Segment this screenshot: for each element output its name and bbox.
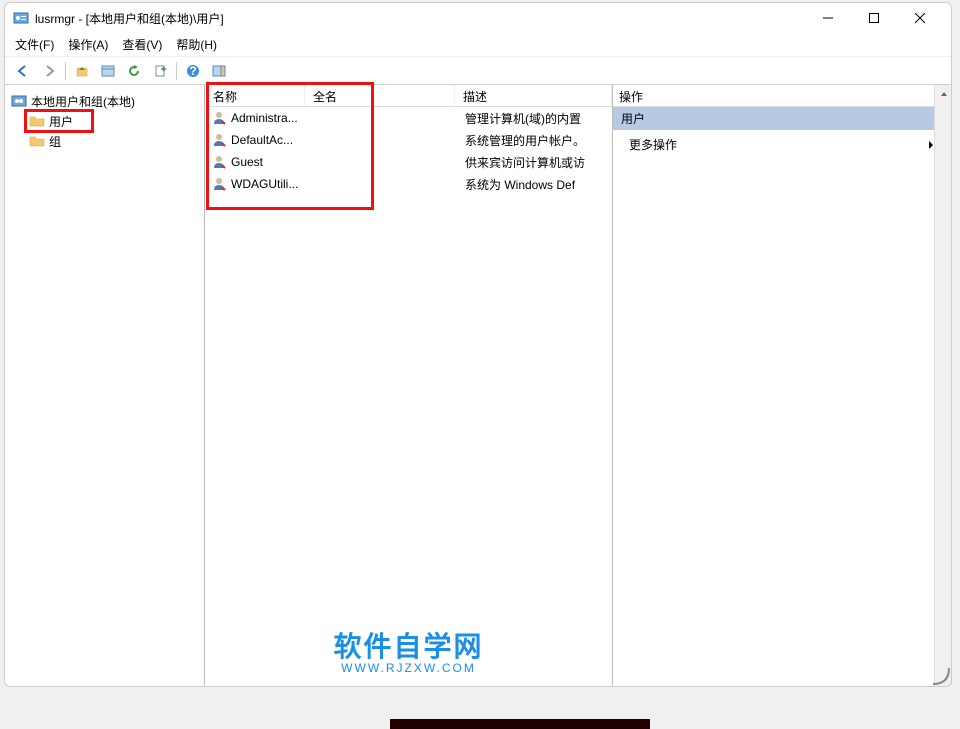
action-pane: 操作 用户 更多操作 bbox=[613, 85, 951, 686]
action-more-label: 更多操作 bbox=[629, 136, 677, 153]
column-name[interactable]: 名称 bbox=[205, 85, 305, 106]
tree-groups[interactable]: 组 bbox=[9, 131, 200, 151]
list-header: 名称 全名 描述 bbox=[205, 85, 612, 107]
action-more[interactable]: 更多操作 bbox=[613, 130, 951, 159]
app-window: lusrmgr - [本地用户和组(本地)\用户] 文件(F) 操作(A) 查看… bbox=[4, 2, 952, 687]
maximize-button[interactable] bbox=[851, 3, 897, 33]
column-description[interactable]: 描述 bbox=[455, 85, 612, 106]
scrollbar-vertical[interactable] bbox=[934, 85, 951, 686]
list-item[interactable]: WDAGUtili... 系统为 Windows Def bbox=[205, 173, 612, 195]
action-header: 操作 bbox=[613, 85, 951, 107]
up-button[interactable] bbox=[70, 60, 94, 82]
list-item[interactable]: Administra... 管理计算机(域)的内置 bbox=[205, 107, 612, 129]
svg-text:?: ? bbox=[189, 64, 196, 78]
titlebar: lusrmgr - [本地用户和组(本地)\用户] bbox=[5, 3, 951, 33]
export-button[interactable] bbox=[148, 60, 172, 82]
menubar: 文件(F) 操作(A) 查看(V) 帮助(H) bbox=[5, 33, 951, 57]
user-desc: 系统为 Windows Def bbox=[461, 176, 612, 193]
action-section-label: 用户 bbox=[621, 112, 645, 126]
watermark: 软件自学网 WWW.RJZXW.COM bbox=[333, 625, 483, 675]
menu-action[interactable]: 操作(A) bbox=[68, 36, 108, 53]
user-desc: 管理计算机(域)的内置 bbox=[461, 110, 612, 127]
tree-groups-label: 组 bbox=[49, 133, 61, 150]
folder-icon bbox=[29, 133, 45, 149]
menu-help[interactable]: 帮助(H) bbox=[176, 36, 217, 53]
content-area: 本地用户和组(本地) 用户 组 名称 全名 描述 Administra... bbox=[5, 85, 951, 686]
toolbar: ? bbox=[5, 57, 951, 85]
user-name: DefaultAc... bbox=[231, 133, 311, 147]
tree-pane: 本地用户和组(本地) 用户 组 bbox=[5, 85, 205, 686]
menu-file[interactable]: 文件(F) bbox=[15, 36, 54, 53]
user-icon bbox=[211, 132, 227, 148]
close-button[interactable] bbox=[897, 3, 943, 33]
menu-view[interactable]: 查看(V) bbox=[122, 36, 162, 53]
user-name: WDAGUtili... bbox=[231, 177, 311, 191]
back-button[interactable] bbox=[11, 60, 35, 82]
window-title: lusrmgr - [本地用户和组(本地)\用户] bbox=[35, 10, 805, 27]
list-item[interactable]: DefaultAc... 系统管理的用户帐户。 bbox=[205, 129, 612, 151]
resize-grip-icon[interactable] bbox=[929, 664, 951, 686]
user-icon bbox=[211, 176, 227, 192]
tree-users-label: 用户 bbox=[49, 113, 73, 130]
action-pane-toggle[interactable] bbox=[207, 60, 231, 82]
separator bbox=[65, 62, 66, 80]
user-name: Guest bbox=[231, 155, 311, 169]
help-button[interactable]: ? bbox=[181, 60, 205, 82]
properties-button[interactable] bbox=[96, 60, 120, 82]
bottom-decor bbox=[390, 719, 650, 729]
users-groups-icon bbox=[11, 93, 27, 109]
minimize-button[interactable] bbox=[805, 3, 851, 33]
folder-icon bbox=[29, 113, 45, 129]
forward-button[interactable] bbox=[37, 60, 61, 82]
user-icon bbox=[211, 154, 227, 170]
user-name: Administra... bbox=[231, 111, 311, 125]
refresh-button[interactable] bbox=[122, 60, 146, 82]
action-section[interactable]: 用户 bbox=[613, 107, 951, 130]
list-item[interactable]: Guest 供来宾访问计算机或访 bbox=[205, 151, 612, 173]
watermark-url: WWW.RJZXW.COM bbox=[333, 661, 483, 675]
list-pane: 名称 全名 描述 Administra... 管理计算机(域)的内置 Defau… bbox=[205, 85, 613, 686]
app-icon bbox=[13, 10, 29, 26]
user-desc: 系统管理的用户帐户。 bbox=[461, 132, 612, 149]
watermark-title: 软件自学网 bbox=[333, 625, 483, 665]
tree-root[interactable]: 本地用户和组(本地) bbox=[9, 91, 200, 111]
separator bbox=[176, 62, 177, 80]
tree-root-label: 本地用户和组(本地) bbox=[31, 93, 135, 110]
column-fullname[interactable]: 全名 bbox=[305, 85, 455, 106]
user-desc: 供来宾访问计算机或访 bbox=[461, 154, 612, 171]
user-icon bbox=[211, 110, 227, 126]
tree-users[interactable]: 用户 bbox=[9, 111, 200, 131]
scroll-up-icon[interactable] bbox=[935, 85, 952, 102]
